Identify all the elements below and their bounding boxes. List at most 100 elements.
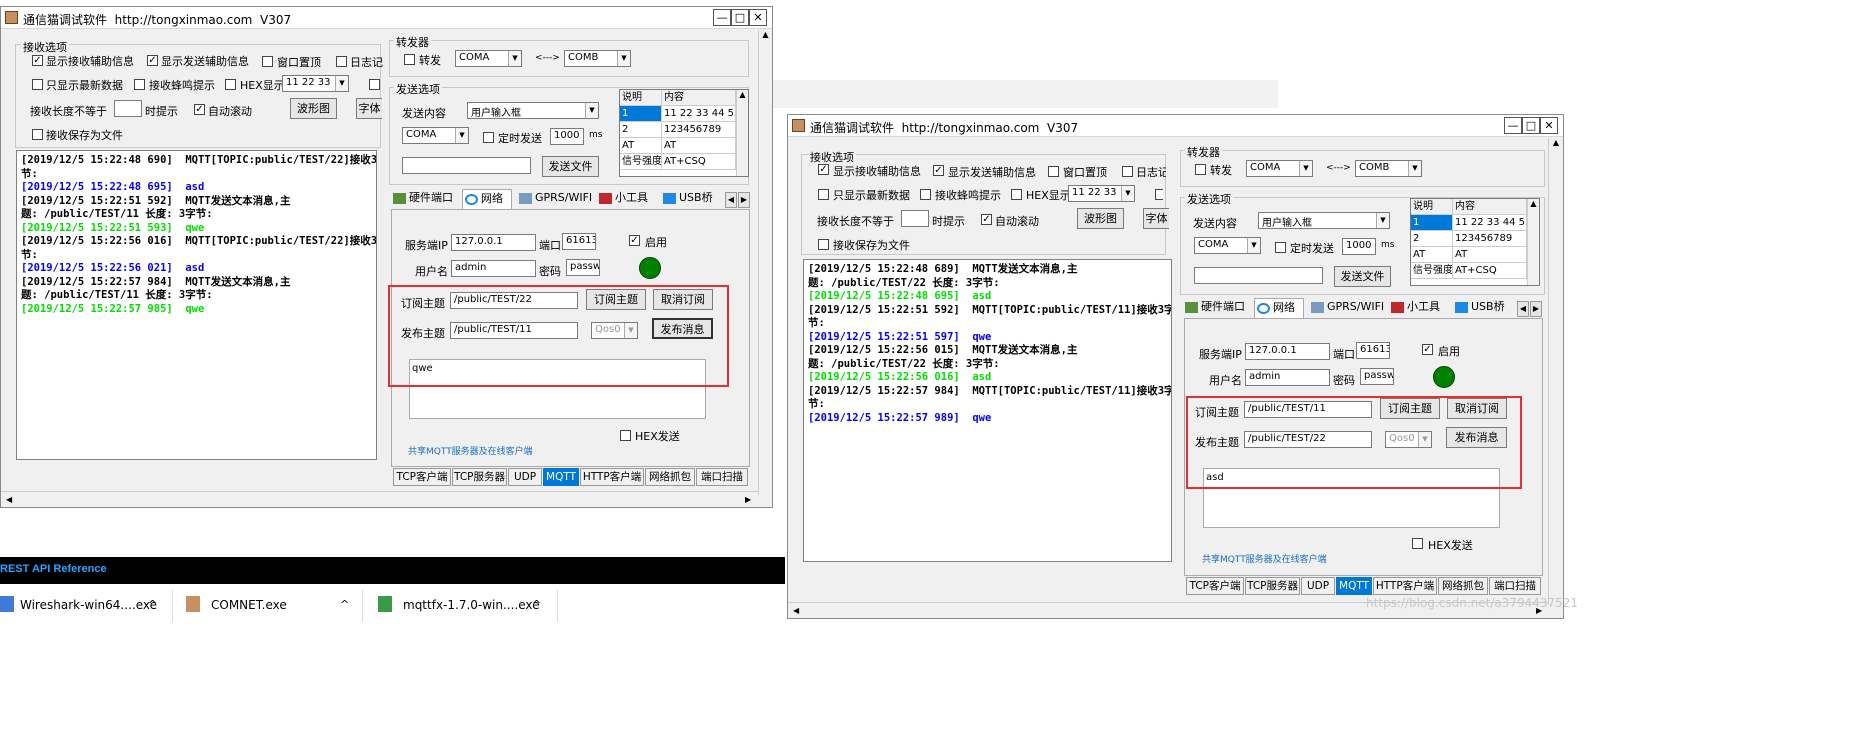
recv-beep-checkbox[interactable] [134,79,145,90]
chevron-up-icon[interactable]: ^ [532,598,541,611]
auto-scroll-checkbox[interactable]: ✓ [194,104,205,115]
password-input[interactable]: passwo [1360,368,1394,385]
extra-checkbox[interactable] [1155,189,1163,200]
download-item[interactable]: COMNET.exe ^ [186,590,356,622]
tab-scroll-left-button[interactable]: ◀ [725,192,737,208]
comb-combo[interactable]: COMB ▼ [564,50,631,67]
table-cell[interactable]: 1 [1411,215,1453,231]
table-cell[interactable]: AT+CSQ [1453,263,1527,279]
share-mqtt-link[interactable]: 共享MQTT服务器及在线客户端 [408,444,533,457]
comb-combo[interactable]: COMB ▼ [1355,160,1422,177]
password-input[interactable]: passwo [566,259,600,276]
table-cell[interactable]: 2 [620,122,662,138]
user-input-combo[interactable]: 用户输入框 ▼ [467,102,599,119]
tab-tcp-[interactable]: TCP服务器 [452,468,507,486]
window-hscrollbar[interactable]: ◀ ▶ [1,491,758,507]
table-scrollbar[interactable]: ▲ [736,90,748,176]
tab-gprs-wifi[interactable]: GPRS/WIFI [517,189,592,209]
waveform-button[interactable]: 波形图 [1077,208,1124,229]
hex-send-checkbox[interactable] [620,430,631,441]
tab-scroll-left-button[interactable]: ◀ [1517,301,1529,317]
only-latest-checkbox[interactable] [818,189,829,200]
show-recv-aux-checkbox[interactable]: ✓ [32,55,43,66]
tab-network[interactable]: 网络 [1254,298,1304,318]
tab-http-[interactable]: HTTP客户端 [580,468,644,486]
tab-tcp-[interactable]: TCP客户端 [1186,577,1244,595]
hex-value-combo[interactable]: 11 22 33 ▼ [1068,185,1135,202]
tab-hardware-port[interactable]: 硬件端口 [1183,298,1245,318]
receive-log[interactable]: [2019/12/5 15:22:48 690] MQTT[TOPIC:publ… [16,150,377,460]
tab-network[interactable]: 网络 [462,189,512,209]
hex-show-checkbox[interactable] [225,79,236,90]
table-scrollbar[interactable]: ▲ [1527,199,1539,285]
table-cell[interactable]: 1 [620,106,662,122]
recv-len-input[interactable] [901,210,929,227]
download-item[interactable]: Wireshark-win64....exe ^ [0,590,170,622]
interval-input[interactable]: 1000 [550,128,584,145]
tab-usb-bridge[interactable]: USB桥 [1453,298,1505,318]
extra-checkbox[interactable] [369,79,380,90]
minimize-button[interactable]: — [713,9,731,26]
window-vscrollbar[interactable]: ▲ [758,30,772,495]
minimize-button[interactable]: — [1504,117,1522,134]
chevron-up-icon[interactable]: ^ [148,598,157,611]
forward-checkbox[interactable] [1195,164,1206,175]
tab-hardware-port[interactable]: 硬件端口 [391,189,453,209]
font-button[interactable]: 字体 [1143,208,1169,229]
log-checkbox[interactable] [336,56,347,67]
save-to-file-checkbox[interactable] [818,239,829,250]
server-ip-input[interactable]: 127.0.0.1 [451,234,536,251]
tab--[interactable]: 网络抓包 [1438,577,1488,595]
timed-send-checkbox[interactable] [1275,242,1286,253]
waveform-button[interactable]: 波形图 [290,98,337,119]
enable-checkbox[interactable]: ✓ [629,235,640,246]
user-input-combo[interactable]: 用户输入框 ▼ [1258,212,1390,229]
chevron-up-icon[interactable]: ^ [340,598,349,611]
timed-send-checkbox[interactable] [483,132,494,143]
tab-tcp-[interactable]: TCP服务器 [1245,577,1300,595]
tab-scroll-right-button[interactable]: ▶ [738,192,750,208]
window-vscrollbar[interactable]: ▲ [1548,138,1563,605]
tab--[interactable]: 网络抓包 [645,468,695,486]
maximize-button[interactable]: □ [1522,117,1540,134]
recv-len-input[interactable] [114,100,142,117]
forward-checkbox[interactable] [404,54,415,65]
share-mqtt-link[interactable]: 共享MQTT服务器及在线客户端 [1202,552,1327,565]
table-cell[interactable]: 2 [1411,231,1453,247]
table-cell[interactable]: AT+CSQ [662,154,736,170]
close-button[interactable]: ✕ [749,9,767,26]
receive-log[interactable]: [2019/12/5 15:22:48 689] MQTT发送文本消息,主 题: … [803,259,1172,562]
server-ip-input[interactable]: 127.0.0.1 [1245,343,1330,360]
command-table[interactable]: 说明 内容 1 11 22 33 44 55 2 123456789 AT AT 信号强度 AT+… [1410,198,1540,286]
hex-value-combo[interactable]: 11 22 33 ▼ [282,75,349,92]
port-input[interactable]: 61613 [1356,342,1390,359]
send-file-button[interactable]: 发送文件 [1334,266,1391,287]
table-cell[interactable]: AT [1411,247,1453,263]
tab-tools[interactable]: 小工具 [1389,298,1440,318]
only-latest-checkbox[interactable] [32,79,43,90]
send-port-combo[interactable]: COMA ▼ [1194,237,1261,254]
font-button[interactable]: 字体 [356,98,382,119]
window-top-checkbox[interactable] [1048,166,1059,177]
coma-combo[interactable]: COMA ▼ [1246,160,1313,177]
table-cell[interactable]: 11 22 33 44 55 [662,106,736,122]
username-input[interactable]: admin [451,260,536,277]
port-input[interactable]: 61613 [562,233,596,250]
window-top-checkbox[interactable] [262,56,273,67]
table-cell[interactable]: 11 22 33 44 55 [1453,215,1527,231]
tab-tcp-[interactable]: TCP客户端 [393,468,451,486]
table-cell[interactable]: 信号强度 [620,154,662,170]
tab-http-[interactable]: HTTP客户端 [1373,577,1437,595]
recv-beep-checkbox[interactable] [920,189,931,200]
table-cell[interactable]: 信号强度 [1411,263,1453,279]
hex-send-checkbox[interactable] [1412,538,1423,549]
tab-tools[interactable]: 小工具 [597,189,648,209]
tab-udp[interactable]: UDP [508,468,542,486]
send-file-button[interactable]: 发送文件 [542,156,599,177]
tab-mqtt[interactable]: MQTT [543,468,579,486]
show-send-aux-checkbox[interactable]: ✓ [147,55,158,66]
enable-checkbox[interactable]: ✓ [1422,344,1433,355]
tab--[interactable]: 端口扫描 [696,468,748,486]
table-cell[interactable]: 123456789 [662,122,736,138]
show-send-aux-checkbox[interactable]: ✓ [933,165,944,176]
